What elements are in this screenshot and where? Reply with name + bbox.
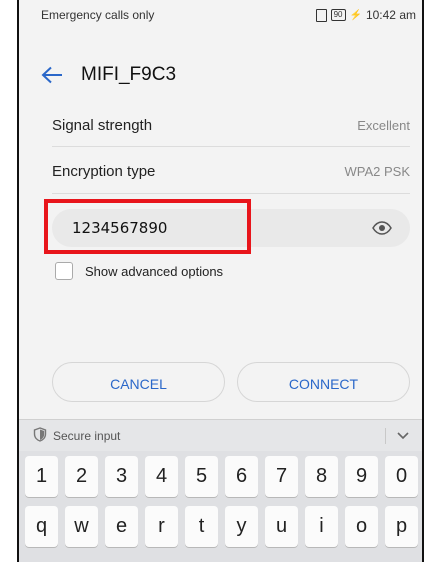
phone-screen: Emergency calls only 90 ⚡ 10:42 am MIFI_… [17,0,424,562]
key-q[interactable]: q [25,506,58,547]
advanced-options-label: Show advanced options [85,263,224,279]
key-0[interactable]: 0 [385,456,418,497]
password-input[interactable]: 1234567890 [52,209,410,247]
status-bar: Emergency calls only 90 ⚡ 10:42 am [19,0,422,30]
charging-icon: ⚡ [349,9,362,21]
battery-icon: 90 [330,9,346,21]
key-8[interactable]: 8 [305,456,338,497]
connect-button[interactable]: CONNECT [237,362,410,402]
key-2[interactable]: 2 [65,456,98,497]
key-4[interactable]: 4 [145,456,178,497]
advanced-options[interactable]: Show advanced options [55,262,223,280]
keyboard: 1 2 3 4 5 6 7 8 9 0 q w e r t y u i o p [19,451,422,562]
encryption-type-row: Encryption type WPA2 PSK [52,147,410,195]
key-6[interactable]: 6 [225,456,258,497]
status-icons: 90 ⚡ 10:42 am [315,8,416,22]
key-p[interactable]: p [385,506,418,547]
key-3[interactable]: 3 [105,456,138,497]
shield-icon [33,427,47,445]
key-t[interactable]: t [185,506,218,547]
signal-strength-row: Signal strength Excellent [52,101,410,149]
cancel-button[interactable]: CANCEL [52,362,225,402]
chevron-down-icon[interactable] [396,429,410,443]
clock: 10:42 am [365,8,416,22]
eye-icon[interactable] [372,220,392,236]
key-9[interactable]: 9 [345,456,378,497]
advanced-options-checkbox[interactable] [55,262,73,280]
key-i[interactable]: i [305,506,338,547]
key-w[interactable]: w [65,506,98,547]
keyboard-toolbar: Secure input [19,419,422,452]
divider [385,428,386,444]
back-arrow-icon[interactable] [39,62,65,88]
key-1[interactable]: 1 [25,456,58,497]
secure-input-label: Secure input [53,429,121,443]
sim-card-icon [315,8,327,22]
key-o[interactable]: o [345,506,378,547]
key-5[interactable]: 5 [185,456,218,497]
signal-strength-label: Signal strength [52,116,153,134]
key-y[interactable]: y [225,506,258,547]
key-7[interactable]: 7 [265,456,298,497]
header: MIFI_F9C3 [19,55,422,95]
key-r[interactable]: r [145,506,178,547]
password-text: 1234567890 [72,219,168,237]
signal-strength-value: Excellent [357,117,410,133]
key-e[interactable]: e [105,506,138,547]
network-title: MIFI_F9C3 [81,64,177,85]
key-u[interactable]: u [265,506,298,547]
divider [52,193,410,194]
encryption-type-label: Encryption type [52,162,156,180]
encryption-type-value: WPA2 PSK [344,163,410,179]
carrier-text: Emergency calls only [41,8,155,22]
